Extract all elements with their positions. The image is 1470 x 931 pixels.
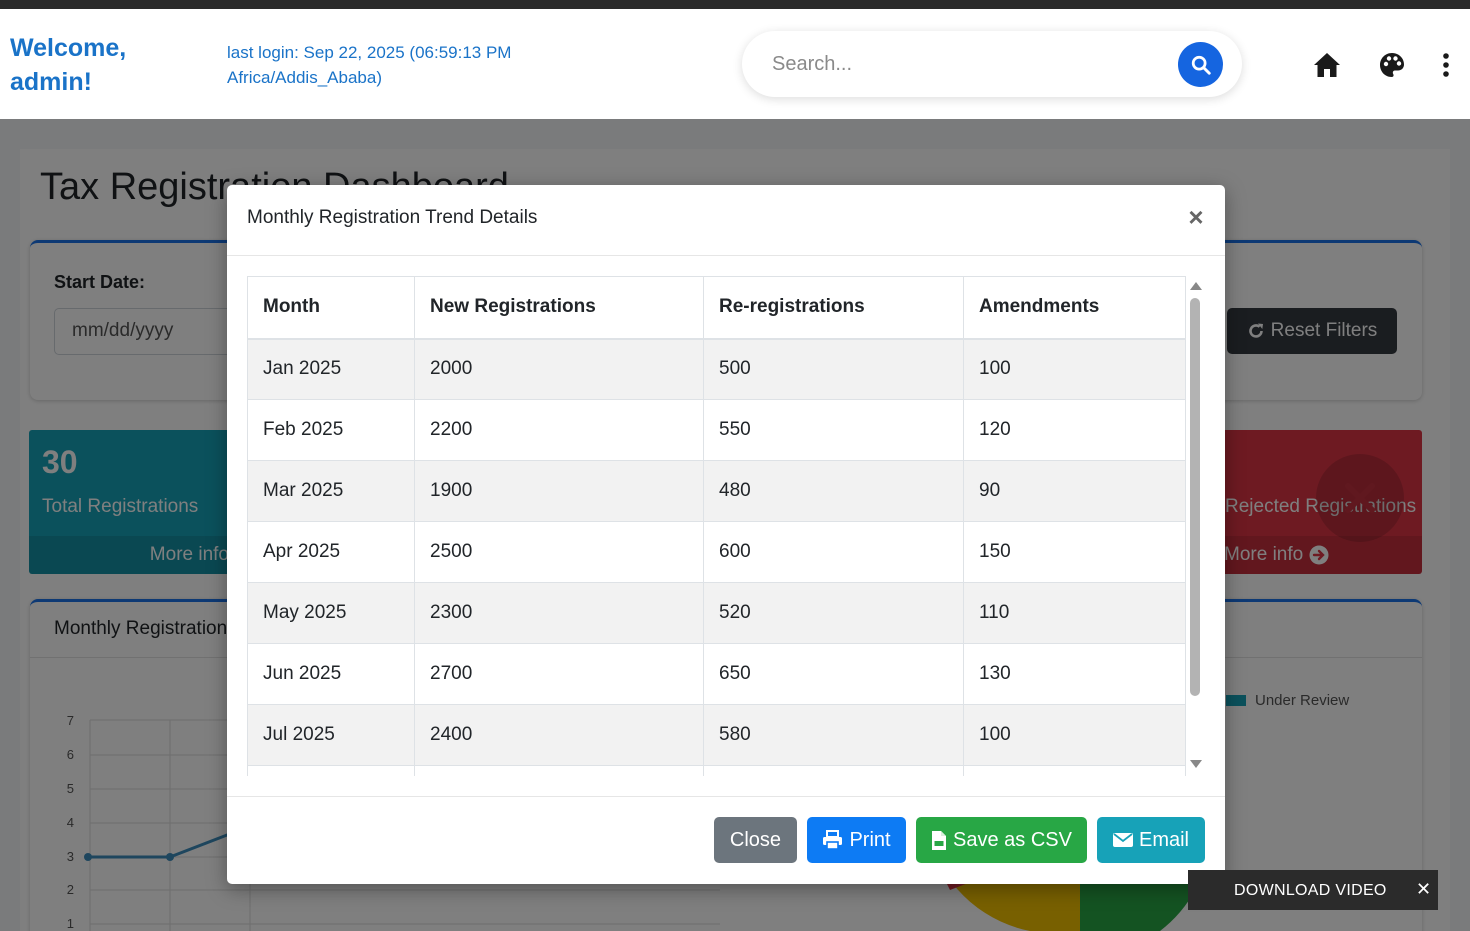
home-icon	[1314, 53, 1340, 77]
scroll-down-arrow-icon[interactable]	[1190, 760, 1202, 768]
file-csv-icon	[932, 830, 947, 850]
email-button[interactable]: Email	[1097, 817, 1205, 863]
save-csv-button[interactable]: Save as CSV	[916, 817, 1087, 863]
cell-month: Jul 2025	[247, 704, 415, 766]
table-header-row: Month New Registrations Re-registrations…	[247, 276, 1186, 340]
cell-re: 550	[703, 399, 964, 461]
cell-re: 580	[703, 704, 964, 766]
close-button-label: Close	[729, 828, 782, 851]
cell-re: 650	[703, 643, 964, 705]
details-table: Month New Registrations Re-registrations…	[247, 276, 1186, 776]
modal-close-icon[interactable]: ×	[1182, 203, 1210, 231]
more-options-button[interactable]	[1430, 49, 1462, 81]
envelope-icon	[1112, 833, 1133, 847]
cell-new: 1900	[414, 460, 704, 522]
welcome-line-2: admin!	[10, 68, 92, 96]
browser-top-strip	[0, 0, 1470, 9]
table-row: May 2025 2300 520 110	[247, 582, 1186, 644]
cell-new: 2400	[414, 704, 704, 766]
table-scrollbar[interactable]	[1187, 276, 1204, 776]
welcome-line-1: Welcome,	[10, 34, 127, 62]
cell-new: 2700	[414, 643, 704, 705]
cell-amend: 100	[963, 338, 1186, 400]
table-row: Jun 2025 2700 650 130	[247, 643, 1186, 705]
search-input[interactable]	[772, 49, 1152, 79]
download-video-bar[interactable]: DOWNLOAD VIDEO ✕	[1188, 870, 1438, 910]
cell-re: 600	[703, 521, 964, 583]
print-button[interactable]: Print	[807, 817, 906, 863]
cell-new: 2500	[414, 521, 704, 583]
table-row: Mar 2025 1900 480 90	[247, 460, 1186, 522]
palette-icon	[1380, 53, 1404, 77]
details-table-container[interactable]: Month New Registrations Re-registrations…	[247, 276, 1187, 776]
more-vertical-icon	[1443, 53, 1449, 77]
email-button-label: Email	[1138, 828, 1189, 851]
table-row: Jul 2025 2400 580 100	[247, 704, 1186, 766]
cell-month: Jan 2025	[247, 338, 415, 400]
cell-new: 2300	[414, 582, 704, 644]
close-download-icon[interactable]: ✕	[1416, 879, 1431, 900]
theme-button[interactable]	[1376, 49, 1408, 81]
cell-amend: 110	[963, 582, 1186, 644]
cell-re: 520	[703, 582, 964, 644]
cell-re: 480	[703, 460, 964, 522]
cell-month: Apr 2025	[247, 521, 415, 583]
search-icon	[1191, 55, 1211, 75]
scroll-up-arrow-icon[interactable]	[1190, 282, 1202, 290]
cell-new: 2200	[414, 399, 704, 461]
cell-amend: 150	[963, 521, 1186, 583]
welcome-message: Welcome, admin!	[10, 31, 126, 99]
trend-details-modal: Monthly Registration Trend Details × Mon…	[227, 185, 1225, 884]
column-header-re-registrations: Re-registrations	[703, 276, 964, 340]
last-login-line-1: last login: Sep 22, 2025 (06:59:13 PM	[227, 43, 512, 62]
column-header-new-registrations: New Registrations	[414, 276, 704, 340]
cell-amend: 130	[963, 643, 1186, 705]
home-button[interactable]	[1311, 49, 1343, 81]
table-row: Jan 2025 2000 500 100	[247, 338, 1186, 400]
close-button[interactable]: Close	[714, 817, 797, 863]
cell-month: Feb 2025	[247, 399, 415, 461]
table-row: Feb 2025 2200 550 120	[247, 399, 1186, 461]
cell-month: Mar 2025	[247, 460, 415, 522]
last-login-info: last login: Sep 22, 2025 (06:59:13 PM Af…	[227, 40, 511, 90]
column-header-amendments: Amendments	[963, 276, 1186, 340]
cell-amend: 100	[963, 704, 1186, 766]
download-video-label[interactable]: DOWNLOAD VIDEO	[1234, 882, 1387, 900]
cell-re: 500	[703, 338, 964, 400]
print-icon	[823, 830, 843, 850]
cell-new: 2000	[414, 338, 704, 400]
cell-amend: 90	[963, 460, 1186, 522]
last-login-line-2: Africa/Addis_Ababa)	[227, 68, 382, 87]
top-header: Welcome, admin! last login: Sep 22, 2025…	[0, 9, 1470, 119]
cell-month: May 2025	[247, 582, 415, 644]
search-box	[742, 31, 1242, 97]
save-csv-button-label: Save as CSV	[953, 828, 1072, 851]
column-header-month: Month	[247, 276, 415, 340]
table-row	[247, 765, 1186, 776]
search-button[interactable]	[1178, 42, 1223, 87]
cell-amend: 120	[963, 399, 1186, 461]
table-row: Apr 2025 2500 600 150	[247, 521, 1186, 583]
modal-title: Monthly Registration Trend Details	[247, 207, 538, 228]
cell-month: Jun 2025	[247, 643, 415, 705]
scrollbar-thumb[interactable]	[1190, 298, 1200, 696]
print-button-label: Print	[849, 828, 891, 851]
